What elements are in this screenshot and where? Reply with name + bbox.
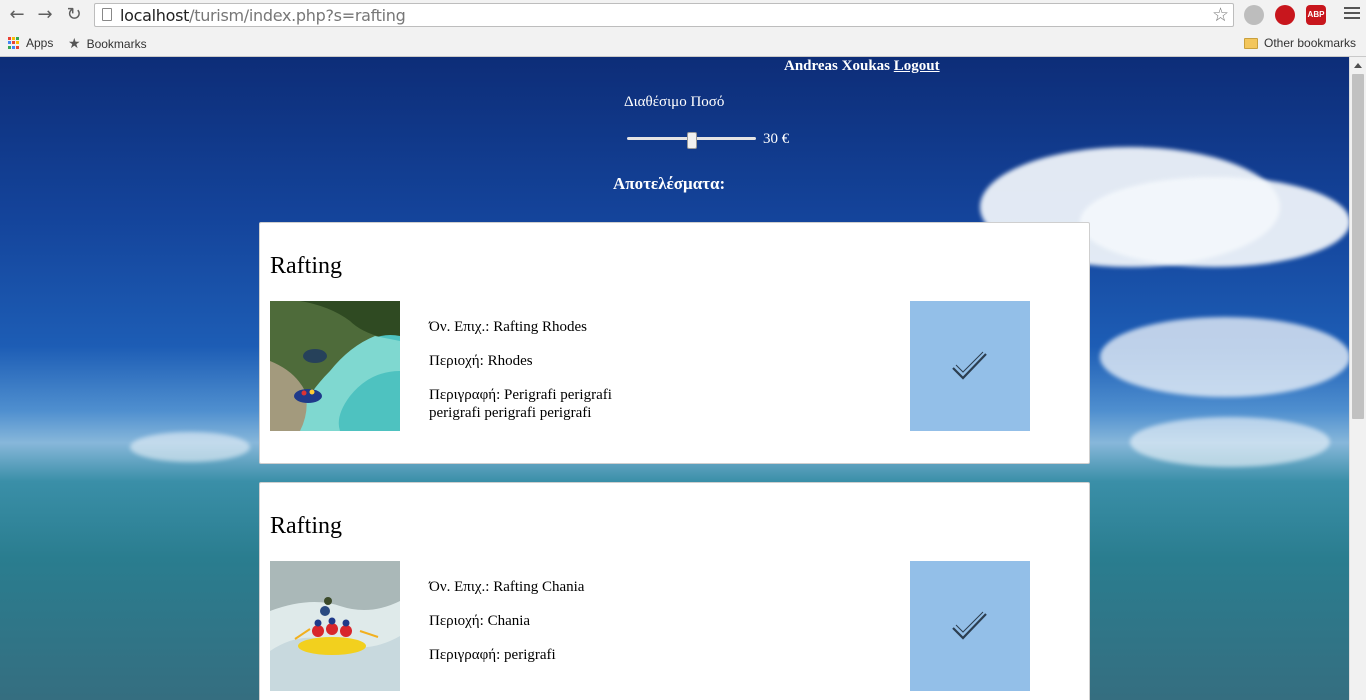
company-name: Όν. Επιχ.: Rafting Chania [429, 579, 585, 595]
logout-link[interactable]: Logout [894, 58, 940, 74]
other-bookmarks[interactable]: Other bookmarks [1244, 36, 1356, 50]
star-icon: ★ [68, 36, 81, 52]
folder-icon [1244, 37, 1258, 49]
stop-hand-icon[interactable] [1275, 5, 1295, 25]
checkmark-icon [952, 611, 987, 640]
apps-bookmark[interactable]: Apps [8, 36, 53, 50]
page-viewport: Andreas Xoukas Logout Διαθέσιμο Ποσό 30 … [0, 57, 1349, 700]
bookmark-star-icon[interactable]: ☆ [1212, 4, 1229, 26]
activity-info: Όν. Επιχ.: Rafting Rhodes Περιοχή: Rhode… [429, 318, 659, 438]
checkmark-icon [952, 351, 987, 380]
results-title: Αποτελέσματα: [613, 174, 726, 193]
scroll-up-icon[interactable] [1354, 63, 1362, 68]
scrollbar-thumb[interactable] [1352, 74, 1364, 419]
url-text: localhost/turism/index.php?s=rafting [120, 6, 406, 25]
result-card: Rafting Όν. Επιχ.: Rafting Rhodes Περιοχ… [259, 222, 1090, 464]
page-icon [102, 8, 112, 21]
area: Περιοχή: Rhodes [429, 353, 533, 369]
back-arrow-icon[interactable]: ← [6, 4, 28, 26]
bookmarks-item[interactable]: ★ Bookmarks [68, 36, 147, 52]
activity-category: Rafting [270, 253, 342, 279]
budget-label: Διαθέσιμο Ποσό [624, 94, 725, 110]
result-card: Rafting Όν. Επιχ.: Rafting Chania Περιοχ… [259, 482, 1090, 700]
bookmarks-bar: Apps ★ Bookmarks Other bookmarks [0, 31, 1366, 57]
whitewater-rafting-photo [270, 561, 400, 691]
other-bookmarks-label: Other bookmarks [1264, 36, 1357, 50]
cloud-decoration [130, 432, 250, 462]
user-name: Andreas Xoukas [784, 58, 891, 74]
budget-slider[interactable] [627, 132, 756, 149]
user-bar: Andreas Xoukas Logout [784, 58, 940, 75]
cloud-decoration [1130, 417, 1330, 467]
activity-info: Όν. Επιχ.: Rafting Chania Περιοχή: Chani… [429, 578, 659, 680]
page-scrollbar[interactable] [1349, 57, 1366, 700]
description: Περιγραφή: perigrafi [429, 647, 556, 663]
menu-icon[interactable] [1344, 5, 1360, 21]
budget-value: 30 € [763, 131, 790, 147]
cloud-decoration [1080, 177, 1349, 267]
reload-icon[interactable]: ↻ [63, 4, 85, 26]
cloud-decoration [1100, 317, 1349, 397]
apps-label: Apps [26, 36, 54, 50]
extension-grey-icon[interactable] [1244, 5, 1264, 25]
bookmarks-label: Bookmarks [86, 37, 147, 51]
slider-thumb[interactable] [687, 132, 697, 149]
activity-category: Rafting [270, 513, 342, 539]
address-bar[interactable]: localhost/turism/index.php?s=rafting ☆ [94, 3, 1234, 27]
description: Περιγραφή: Perigrafi perigrafi perigrafi… [429, 387, 612, 421]
select-activity-button[interactable] [910, 561, 1030, 691]
select-activity-button[interactable] [910, 301, 1030, 431]
area: Περιοχή: Chania [429, 613, 531, 629]
river-rafting-photo [270, 301, 400, 431]
apps-grid-icon [8, 37, 20, 49]
browser-toolbar: ← → ↻ localhost/turism/index.php?s=rafti… [0, 0, 1366, 31]
company-name: Όν. Επιχ.: Rafting Rhodes [429, 319, 587, 335]
forward-arrow-icon[interactable]: → [34, 4, 56, 26]
adblock-plus-icon[interactable]: ABP [1306, 5, 1326, 25]
